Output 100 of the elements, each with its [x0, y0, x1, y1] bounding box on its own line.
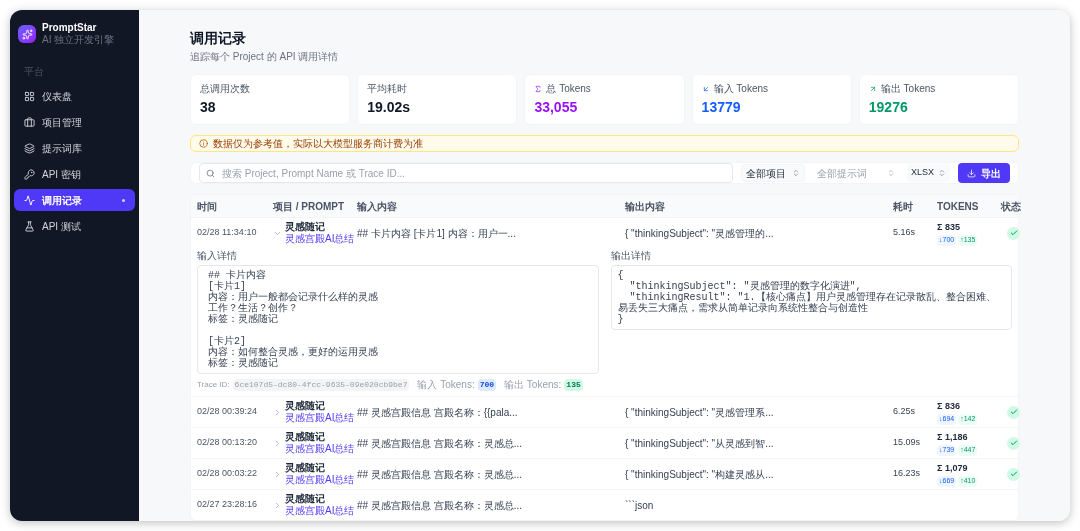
stat-value: 13779 — [701, 98, 741, 117]
time-cell: 02/28 00:03:22 — [197, 467, 258, 481]
stat-value: 19.02s — [367, 98, 410, 117]
column-header: 项目 / PROMPT — [273, 199, 345, 214]
stat-label: 总调用次数 — [200, 82, 250, 96]
output-tokens-label: 输出 Tokens: — [504, 378, 562, 392]
nav-item[interactable]: 项目管理 — [14, 111, 135, 133]
time-cell: 02/28 00:13:20 — [197, 436, 258, 450]
input-detail-line: ## 卡片内容 — [208, 270, 266, 281]
up-down-chevron-icon — [887, 169, 895, 177]
project-name: 灵感随记 — [285, 400, 325, 412]
project-select[interactable]: 全部项目 — [741, 164, 805, 182]
search-field[interactable]: 搜索 Project, Prompt Name 或 Trace ID... — [199, 163, 733, 183]
prompt-link[interactable]: 灵感宫殿AI总结 — [285, 474, 355, 486]
briefcase-icon — [24, 116, 35, 128]
arrow-up-right-icon — [868, 84, 877, 93]
nav-item[interactable]: 仪表盘 — [14, 85, 135, 107]
brand-tagline: AI 独立开发引擎 — [42, 34, 115, 46]
prompt-link[interactable]: 灵感宫殿AI总结 — [285, 443, 355, 455]
export-button[interactable]: 导出 — [958, 163, 1010, 183]
total-tokens: Σ 836 — [937, 399, 960, 413]
column-header: 状态 — [1001, 199, 1021, 214]
output-detail-label: 输出详情 — [610, 249, 651, 263]
duration-cell: 16.23s — [893, 467, 921, 481]
sigma-icon — [534, 84, 543, 93]
prompt-link[interactable]: 灵感宫殿AI总结 — [285, 233, 355, 245]
time-cell: 02/28 00:39:24 — [197, 405, 258, 419]
stat-value: 33,055 — [534, 98, 578, 117]
input-detail-line: 内容：如何整合灵感，更好的运用灵感 — [208, 347, 378, 358]
output-cell-text: ```json — [625, 498, 654, 513]
total-tokens: Σ 1,186 — [937, 430, 968, 444]
output-cell-text: { "thinkingSubject": "构建灵感从... — [625, 467, 774, 482]
download-icon — [967, 168, 976, 178]
format-select[interactable]: XLSX — [907, 164, 950, 182]
input-cell-text: ## 灵感宫殿信息 宫殿名称：灵感总... — [357, 436, 522, 451]
duration-cell: 15.09s — [893, 436, 921, 450]
stat-label: 平均耗时 — [367, 82, 408, 96]
notice-text: 数据仅为参考值，实际以大模型服务商计费为准 — [213, 137, 423, 151]
nav-item[interactable]: 提示词库 — [14, 137, 135, 159]
output-detail-box: { "thinkingSubject": "灵感管理的数字化演进", "thinkingResult": "1.【核心痛点】用户灵感管理存在记录散乱、整合困难、易丢失三大痛点，需求从简单记录向系统性整合与创造性 } — [610, 265, 1012, 330]
project-name: 灵感随记 — [285, 462, 325, 474]
grid-icon — [24, 90, 35, 102]
input-detail-line: [卡片1] — [208, 281, 246, 292]
flask-icon — [24, 220, 35, 232]
input-cell-text: ## 卡片内容 [卡片1] 内容：用户一... — [357, 226, 516, 241]
logo-icon — [18, 25, 36, 43]
time-cell: 02/28 11:34:10 — [197, 226, 257, 240]
input-cell-text: ## 灵感宫殿信息 宫殿名称：{{pala... — [357, 405, 518, 420]
column-header: 输入内容 — [357, 199, 397, 214]
page-subtitle: 追踪每个 Project 的 API 调用详情 — [190, 50, 339, 64]
chevron-icon[interactable] — [273, 407, 282, 417]
input-detail-line: 工作？生活？创作？ — [208, 303, 298, 314]
pulse-icon — [24, 194, 35, 206]
nav-item[interactable]: 调用记录 — [14, 189, 135, 211]
input-tokens-badge: 700 — [477, 378, 497, 391]
project-name: 灵感随记 — [285, 221, 325, 233]
input-detail-line: 内容：用户一般都会记录什么样的灵感 — [208, 292, 378, 303]
total-tokens: Σ 1,079 — [937, 461, 968, 475]
prompt-link[interactable]: 灵感宫殿AI总结 — [285, 412, 355, 424]
search-icon — [206, 168, 215, 178]
key-icon — [24, 168, 35, 180]
stat-value: 19276 — [868, 98, 908, 117]
input-cell-text: ## 灵感宫殿信息 宫殿名称：灵感总... — [357, 498, 522, 513]
stat-value: 38 — [200, 98, 216, 117]
column-header: 耗时 — [893, 199, 913, 214]
stat-label: 输入 Tokens — [713, 82, 769, 96]
info-icon — [199, 139, 208, 148]
output-cell-text: { "thinkingSubject": "灵感管理系... — [625, 405, 774, 420]
output-cell-text: { "thinkingSubject": "灵感管理的... — [625, 226, 774, 241]
column-header: TOKENS — [937, 199, 979, 214]
input-detail-line: 标签：灵感随记 — [208, 314, 278, 325]
up-down-chevron-icon — [792, 169, 800, 177]
project-name: 灵感随记 — [285, 431, 325, 443]
stat-label: 输出 Tokens — [880, 82, 936, 96]
time-cell: 02/27 23:28:16 — [197, 498, 258, 512]
layers-icon — [24, 142, 35, 154]
brand-name: PromptStar — [42, 22, 98, 34]
column-header: 输出内容 — [625, 199, 665, 214]
output-cell-text: { "thinkingSubject": "从灵感到智... — [625, 436, 774, 451]
page-title: 调用记录 — [190, 29, 246, 48]
input-tokens-label: 输入 Tokens: — [417, 378, 475, 392]
trace-id: 6ce107d5-dc80-4fcc-9635-09e020cb9be7 — [232, 378, 410, 391]
nav-item[interactable]: API 测试 — [14, 215, 135, 237]
nav-item[interactable]: API 密钥 — [14, 163, 135, 185]
input-detail-label: 输入详情 — [197, 249, 237, 263]
prompt-link[interactable]: 灵感宫殿AI总结 — [285, 505, 355, 517]
trace-id-label: Trace ID: — [197, 378, 230, 391]
duration-cell: 6.25s — [893, 405, 916, 419]
column-header: 时间 — [197, 199, 217, 214]
chevron-icon[interactable] — [273, 438, 282, 448]
input-detail-line: 标签：灵感随记 — [208, 358, 278, 369]
arrow-down-left-icon — [701, 84, 710, 93]
input-detail-line: [卡片2] — [208, 336, 246, 347]
output-tokens-badge: 135 — [564, 378, 583, 391]
duration-cell: 5.16s — [893, 226, 916, 240]
chevron-icon[interactable] — [273, 469, 282, 479]
up-down-chevron-icon — [938, 169, 946, 177]
stat-label: 总 Tokens — [546, 82, 591, 96]
input-cell-text: ## 灵感宫殿信息 宫殿名称：灵感总... — [357, 467, 522, 482]
chevron-icon[interactable] — [273, 500, 282, 510]
